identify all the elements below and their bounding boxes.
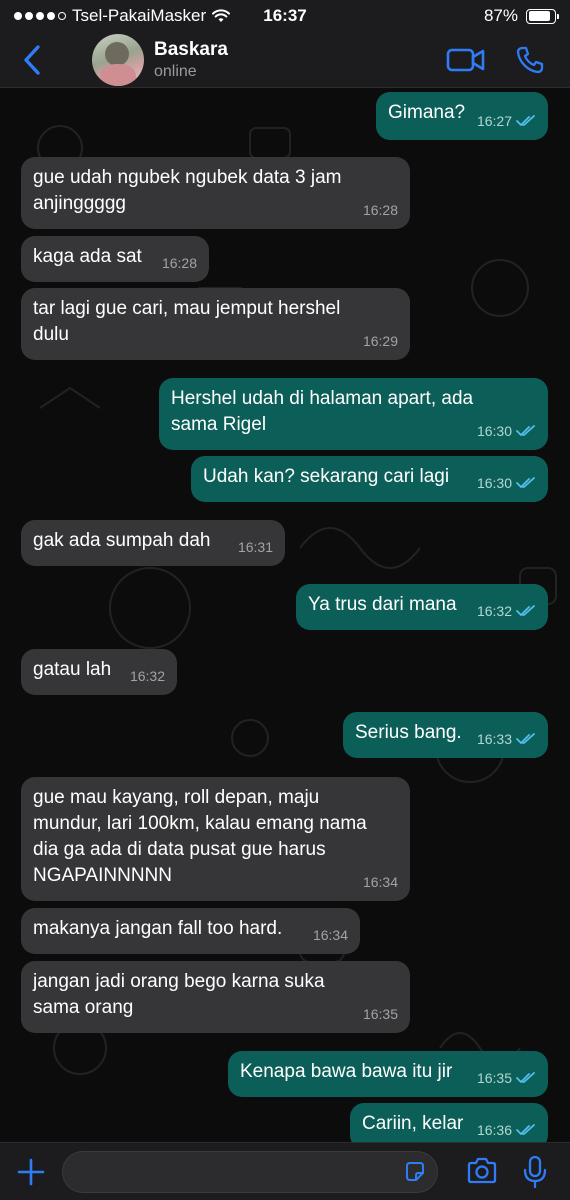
message-meta: 16:28 xyxy=(363,197,398,223)
phone-icon xyxy=(516,46,544,73)
chat-area[interactable]: Gimana? 16:27 gue udah ngubek ngubek data … xyxy=(0,88,570,1142)
plus-icon xyxy=(17,1158,45,1185)
microphone-icon[interactable] xyxy=(522,1155,548,1189)
incoming-message-bubble[interactable]: gatau lah 16:32 xyxy=(21,649,177,695)
message-meta: 16:30 xyxy=(477,418,536,444)
message-time: 16:28 xyxy=(362,202,398,218)
message-meta: 16:34 xyxy=(313,922,348,948)
message-meta: 16:33 xyxy=(477,726,536,752)
message-time: 16:27 xyxy=(476,113,512,129)
double-check-read-icon xyxy=(516,1072,535,1083)
outgoing-message-bubble[interactable]: Udah kan? sekarang cari lagi 16:30 xyxy=(191,456,548,502)
video-camera-icon xyxy=(446,48,485,71)
contact-name: Baskara xyxy=(154,38,228,60)
outgoing-message-bubble[interactable]: Cariin, kelar 16:36 xyxy=(350,1103,548,1142)
message-time: 16:36 xyxy=(476,1122,512,1138)
camera-icon[interactable] xyxy=(466,1157,498,1185)
message-time: 16:32 xyxy=(129,668,165,684)
chat-header: Baskara online xyxy=(0,32,570,88)
signal-strength-icon xyxy=(14,12,66,20)
message-time: 16:34 xyxy=(312,927,348,943)
incoming-message-bubble[interactable]: gue udah ngubek ngubek data 3 jam anjing… xyxy=(21,157,410,229)
message-input-field[interactable] xyxy=(62,1151,438,1193)
message-meta: 16:31 xyxy=(238,534,273,560)
double-check-read-icon xyxy=(516,477,535,488)
message-text: jangan jadi orang bego karna suka sama o… xyxy=(33,971,325,1018)
outgoing-message-bubble[interactable]: Serius bang. 16:33 xyxy=(343,712,548,758)
input-bar xyxy=(0,1142,570,1200)
outgoing-message-bubble[interactable]: Kenapa bawa bawa itu jir 16:35 xyxy=(228,1051,548,1097)
message-meta: 16:36 xyxy=(477,1117,536,1142)
message-meta: 16:32 xyxy=(130,663,165,689)
message-text: gue udah ngubek ngubek data 3 jam anjing… xyxy=(33,167,342,214)
double-check-read-icon xyxy=(516,733,535,744)
double-check-read-icon xyxy=(516,605,535,616)
outgoing-message-bubble[interactable]: Ya trus dari mana 16:32 xyxy=(296,584,548,630)
double-check-read-icon xyxy=(516,425,535,436)
outgoing-message-bubble[interactable]: Gimana? 16:27 xyxy=(376,92,548,140)
incoming-message-bubble[interactable]: gak ada sumpah dah 16:31 xyxy=(21,520,285,566)
message-meta: 16:27 xyxy=(477,108,536,134)
incoming-message-bubble[interactable]: makanya jangan fall too hard. 16:34 xyxy=(21,908,360,954)
battery-percentage: 87% xyxy=(483,6,518,25)
back-button[interactable] xyxy=(12,32,52,88)
message-input[interactable] xyxy=(63,1152,383,1192)
message-meta: 16:28 xyxy=(162,250,197,276)
message-text: gue mau kayang, roll depan, maju mundur,… xyxy=(33,787,367,886)
message-time: 16:30 xyxy=(476,475,512,491)
attach-button[interactable] xyxy=(16,1157,46,1187)
battery-icon xyxy=(526,8,559,24)
avatar[interactable] xyxy=(92,33,144,86)
message-time: 16:31 xyxy=(237,539,273,555)
contact-status: online xyxy=(154,62,197,80)
message-time: 16:34 xyxy=(362,874,398,890)
voice-call-button[interactable] xyxy=(508,38,552,82)
status-bar: Tsel-PakaiMasker 16:37 87% xyxy=(0,0,570,32)
outgoing-message-bubble[interactable]: Hershel udah di halaman apart, ada sama … xyxy=(159,378,548,450)
message-meta: 16:34 xyxy=(363,869,398,895)
message-text: makanya jangan fall too hard. xyxy=(33,918,283,939)
wifi-icon xyxy=(212,9,231,22)
message-meta: 16:29 xyxy=(363,328,398,354)
sticker-icon[interactable] xyxy=(403,1160,427,1184)
message-text: tar lagi gue cari, mau jemput hershel du… xyxy=(33,298,341,345)
incoming-message-bubble[interactable]: kaga ada sat 16:28 xyxy=(21,236,209,282)
chevron-left-icon xyxy=(24,44,40,75)
video-call-button[interactable] xyxy=(444,38,488,82)
message-meta: 16:35 xyxy=(363,1001,398,1027)
message-time: 16:29 xyxy=(362,333,398,349)
incoming-message-bubble[interactable]: jangan jadi orang bego karna suka sama o… xyxy=(21,961,410,1033)
message-meta: 16:32 xyxy=(477,598,536,624)
message-time: 16:28 xyxy=(161,255,197,271)
message-time: 16:35 xyxy=(362,1006,398,1022)
message-time: 16:30 xyxy=(476,423,512,439)
incoming-message-bubble[interactable]: tar lagi gue cari, mau jemput hershel du… xyxy=(21,288,410,360)
contact-info[interactable]: Baskara online xyxy=(154,39,444,81)
double-check-read-icon xyxy=(516,115,535,126)
incoming-message-bubble[interactable]: gue mau kayang, roll depan, maju mundur,… xyxy=(21,777,410,901)
message-meta: 16:30 xyxy=(477,470,536,496)
double-check-read-icon xyxy=(516,1124,535,1135)
message-time: 16:33 xyxy=(476,731,512,747)
carrier-name: Tsel-PakaiMasker xyxy=(72,6,207,25)
message-time: 16:32 xyxy=(476,603,512,619)
message-meta: 16:35 xyxy=(477,1065,536,1091)
message-time: 16:35 xyxy=(476,1070,512,1086)
